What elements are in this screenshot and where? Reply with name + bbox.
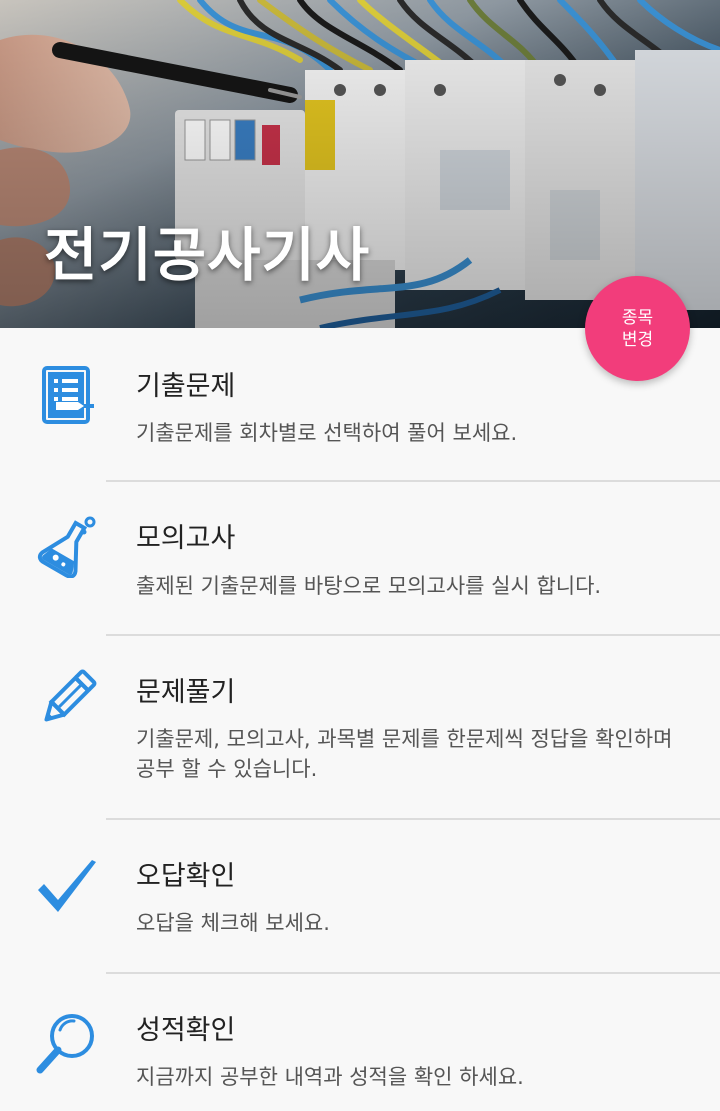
- menu-item-description: 출제된 기출문제를 바탕으로 모의고사를 실시 합니다.: [136, 574, 602, 598]
- magnifier-icon: [36, 1014, 94, 1074]
- menu-item-solve-problems[interactable]: 문제풀기 기출문제, 모의고사, 과목별 문제를 한문제씩 정답을 확인하며 공…: [0, 636, 720, 818]
- menu-item-description: 기출문제를 회차별로 선택하여 풀어 보세요.: [136, 421, 518, 445]
- notebook-icon: [42, 366, 94, 424]
- menu-item-score-check[interactable]: 성적확인 지금까지 공부한 내역과 성적을 확인 하세요.: [0, 974, 720, 1111]
- change-subject-button[interactable]: 종목 변경: [585, 276, 690, 381]
- menu-item-title: 오답확인: [136, 861, 236, 892]
- flask-icon: [37, 516, 96, 578]
- menu-item-title: 모의고사: [136, 523, 236, 554]
- change-subject-label-line1: 종목: [621, 307, 654, 328]
- menu-item-title: 문제풀기: [136, 677, 236, 708]
- menu-item-title: 성적확인: [136, 1015, 236, 1046]
- menu-item-description: 오답을 체크해 보세요.: [136, 911, 330, 935]
- pencil-icon: [44, 669, 97, 722]
- app-screen: 전기공사기사 종목 변경 기출문제 기출문제를 회차별로 선택하여 풀어 보세요…: [0, 0, 720, 1111]
- menu-item-title: 기출문제: [136, 371, 236, 402]
- header-banner: 전기공사기사: [0, 0, 720, 328]
- menu-item-description: 지금까지 공부한 내역과 성적을 확인 하세요.: [136, 1065, 524, 1089]
- menu-item-mock-exam[interactable]: 모의고사 출제된 기출문제를 바탕으로 모의고사를 실시 합니다.: [0, 482, 720, 634]
- menu-item-description: 기출문제, 모의고사, 과목별 문제를 한문제씩 정답을 확인하며 공부 할 수…: [136, 727, 673, 781]
- menu-item-wrong-answers[interactable]: 오답확인 오답을 체크해 보세요.: [0, 820, 720, 972]
- checkmark-icon: [38, 860, 96, 912]
- change-subject-label-line2: 변경: [621, 329, 654, 350]
- page-title: 전기공사기사: [44, 221, 371, 289]
